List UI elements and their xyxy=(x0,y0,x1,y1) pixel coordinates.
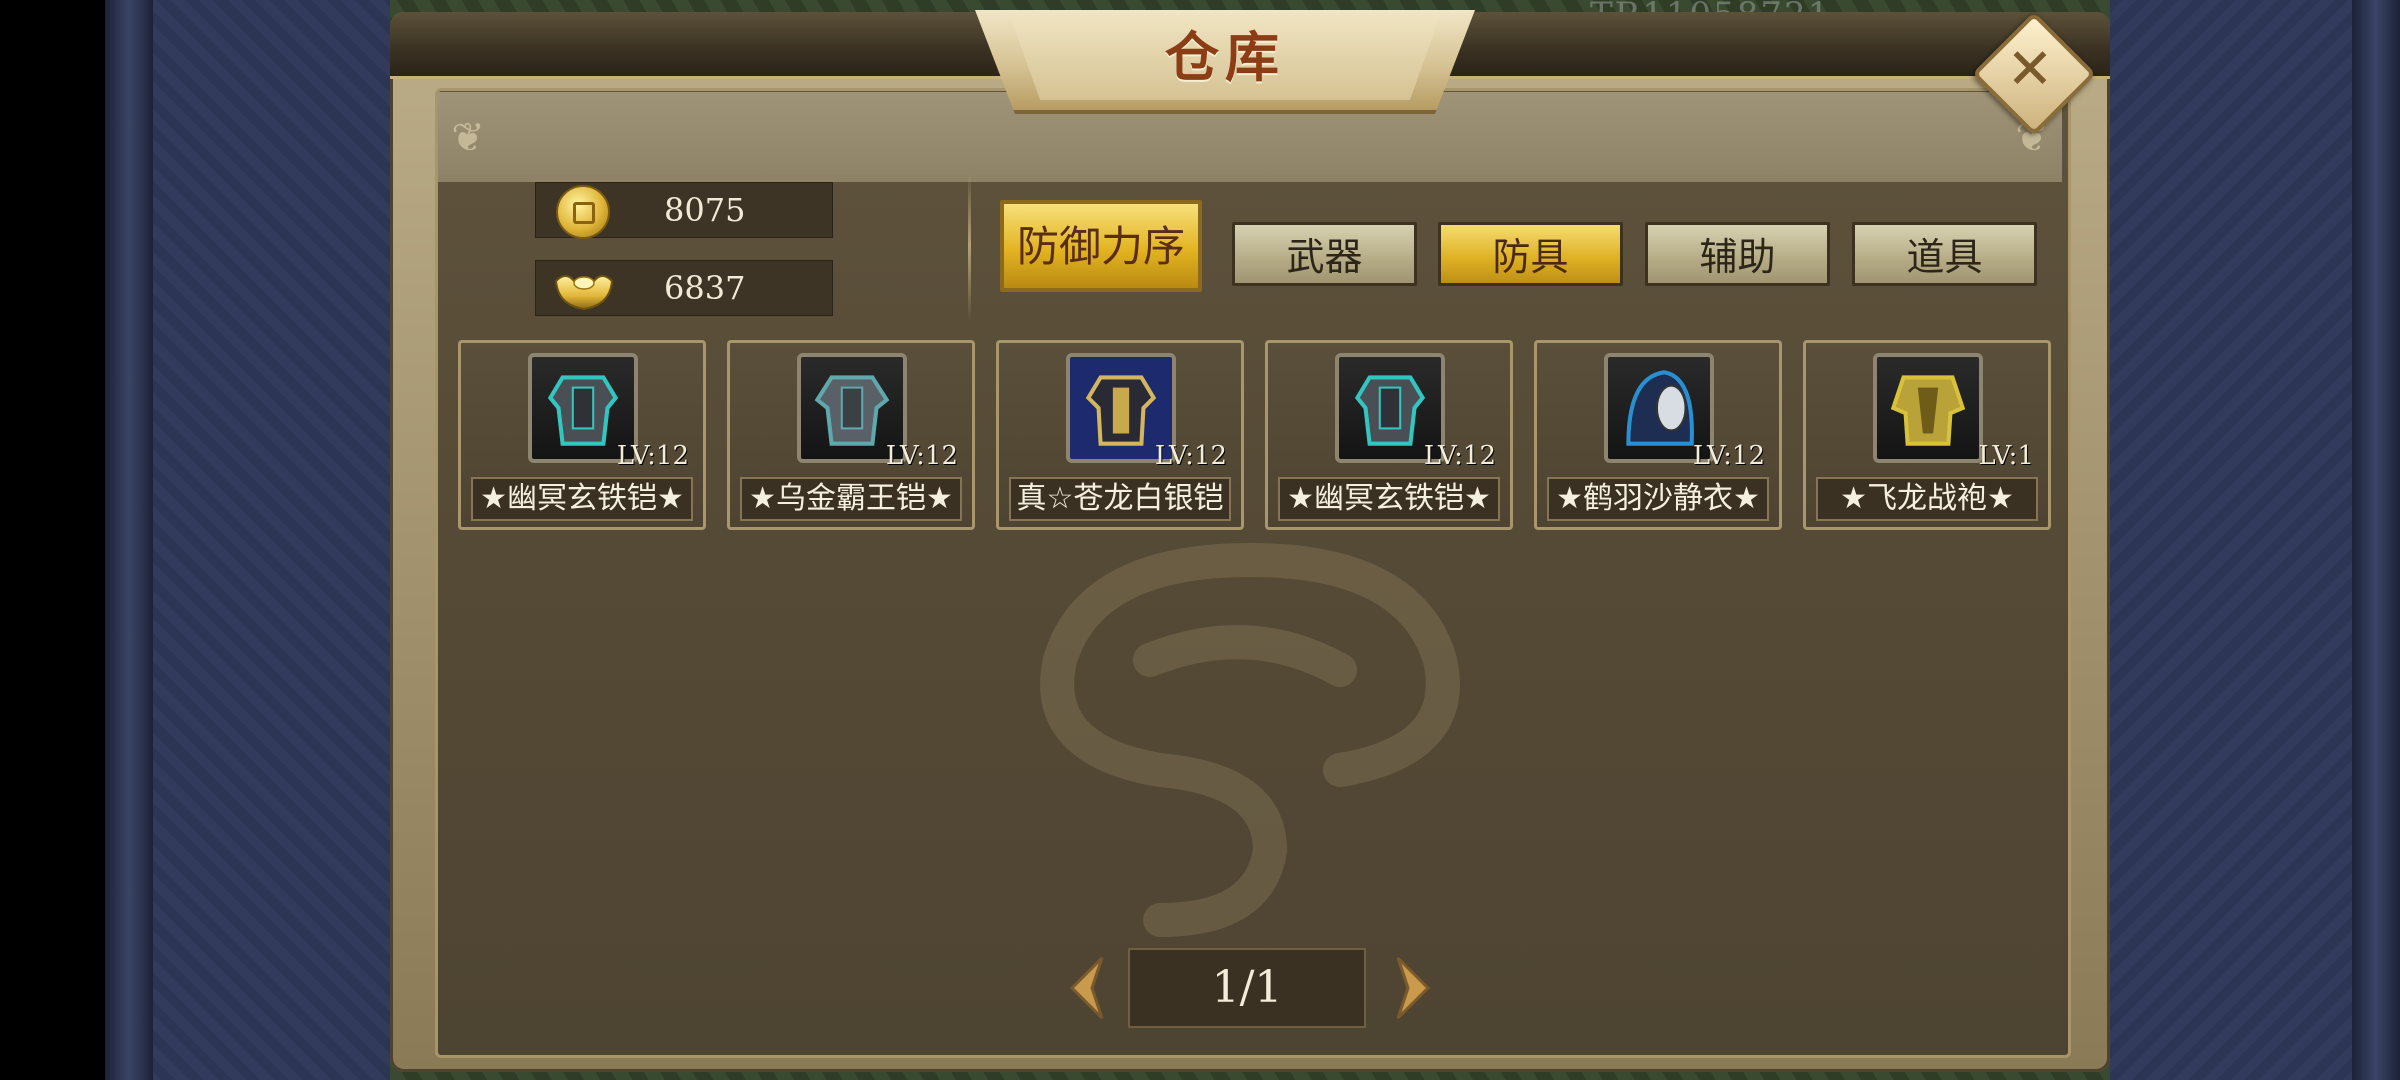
page-indicator: 1/1 xyxy=(1128,948,1366,1028)
coin-value: 8075 xyxy=(664,191,746,229)
right-background xyxy=(2110,0,2400,1080)
item-name: ★飞龙战袍★ xyxy=(1816,477,2038,521)
tab-accessories[interactable]: 辅助 xyxy=(1645,222,1830,286)
scroll-edge-right xyxy=(2352,0,2400,1080)
item-name: ★乌金霸王铠★ xyxy=(740,477,962,521)
vertical-divider xyxy=(968,172,971,320)
item-slot-3[interactable]: LV:12 真☆苍龙白银铠 xyxy=(996,340,1244,530)
ingot-value: 6837 xyxy=(664,269,746,307)
item-level: LV:1 xyxy=(1978,441,2034,471)
item-level: LV:12 xyxy=(1423,441,1496,471)
item-name: ★幽冥玄铁铠★ xyxy=(471,477,693,521)
item-name: ★鹤羽沙静衣★ xyxy=(1547,477,1769,521)
window-title: 仓库 xyxy=(1165,25,1285,89)
item-slot-5[interactable]: LV:12 ★鹤羽沙静衣★ xyxy=(1534,340,1782,530)
item-level: LV:12 xyxy=(1154,441,1227,471)
tab-items[interactable]: 道具 xyxy=(1852,222,2037,286)
robe-icon xyxy=(1873,353,1983,463)
sort-by-defense-button[interactable]: 防御力序 xyxy=(1000,200,1202,292)
item-name: ★幽冥玄铁铠★ xyxy=(1278,477,1500,521)
close-icon[interactable]: ✕ xyxy=(1990,30,2070,110)
dragon-watermark-icon xyxy=(1040,543,1460,937)
item-slot-1[interactable]: LV:12 ★幽冥玄铁铠★ xyxy=(458,340,706,530)
next-page-arrow-icon[interactable] xyxy=(1390,952,1438,1024)
item-level: LV:12 xyxy=(1692,441,1765,471)
tab-weapons[interactable]: 武器 xyxy=(1232,222,1417,286)
prev-page-arrow-icon[interactable] xyxy=(1062,952,1110,1024)
item-slot-6[interactable]: LV:1 ★飞龙战袍★ xyxy=(1803,340,2051,530)
left-background xyxy=(105,0,390,1080)
coin-icon xyxy=(556,185,610,239)
gold-ingot-icon xyxy=(554,275,614,311)
corner-ornament-left: ❦ xyxy=(451,115,485,161)
scroll-edge-left xyxy=(105,0,153,1080)
item-level: LV:12 xyxy=(885,441,958,471)
currency-row-coins: 8075 xyxy=(535,182,833,239)
currency-row-ingots: 6837 xyxy=(535,260,833,316)
item-slot-2[interactable]: LV:12 ★乌金霸王铠★ xyxy=(727,340,975,530)
item-name: 真☆苍龙白银铠 xyxy=(1009,477,1231,521)
item-slot-4[interactable]: LV:12 ★幽冥玄铁铠★ xyxy=(1265,340,1513,530)
tab-armor[interactable]: 防具 xyxy=(1438,222,1623,286)
item-level: LV:12 xyxy=(616,441,689,471)
